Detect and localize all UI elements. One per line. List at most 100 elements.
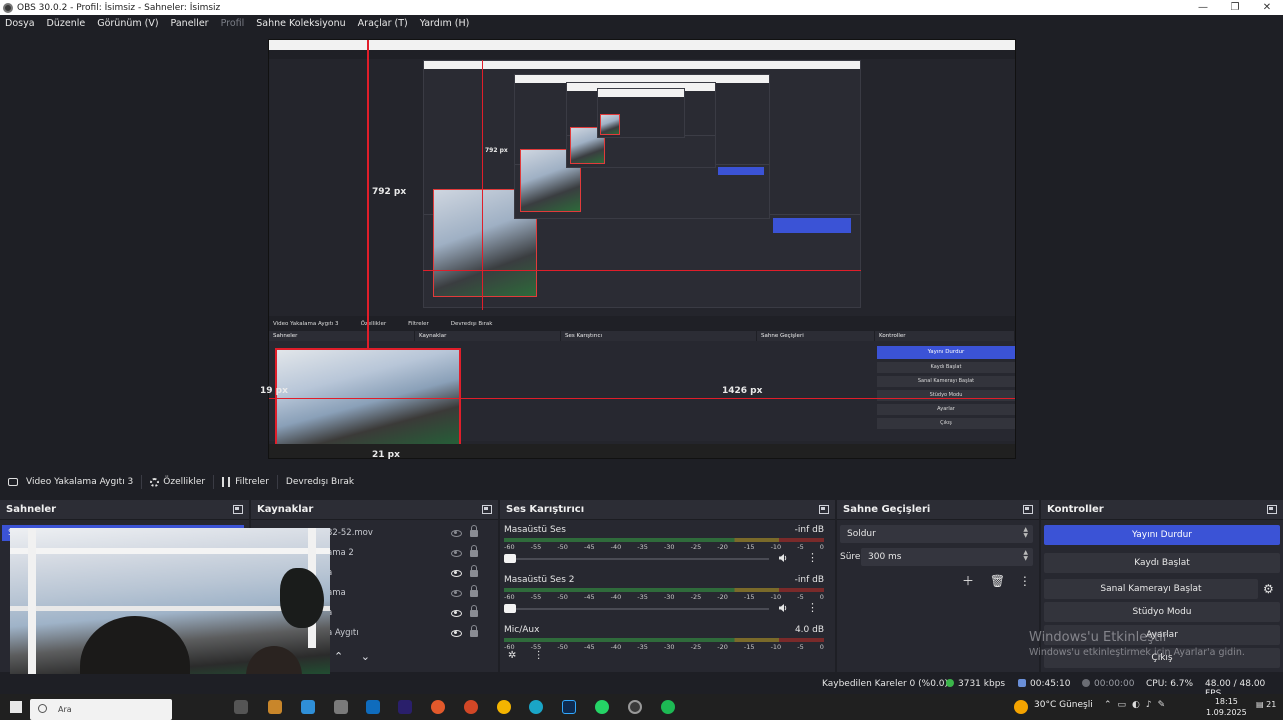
powerpoint-icon[interactable] bbox=[464, 700, 478, 714]
stream-icon bbox=[1018, 679, 1026, 687]
notification-icon: ▤ bbox=[1256, 700, 1264, 709]
visibility-icon[interactable] bbox=[451, 629, 462, 637]
outlook-icon[interactable] bbox=[366, 700, 380, 714]
chrome-icon[interactable] bbox=[497, 700, 511, 714]
taskbar-clock[interactable]: 18:15 1.09.2025 bbox=[1206, 696, 1247, 718]
source-item[interactable]: ama bbox=[327, 583, 492, 603]
visibility-off-icon[interactable] bbox=[451, 529, 462, 537]
fader-handle[interactable] bbox=[504, 554, 516, 563]
windows-activation-watermark: Windows'u Etkinleştir Windows'u etkinleş… bbox=[1029, 630, 1245, 658]
lock-icon[interactable] bbox=[470, 564, 478, 577]
duration-label: Süre bbox=[840, 552, 861, 562]
stop-stream-button[interactable]: Yayını Durdur bbox=[1044, 525, 1280, 545]
move-up-button[interactable]: ⌃ bbox=[334, 650, 343, 663]
source-item[interactable]: ama 2 bbox=[327, 543, 492, 563]
trash-icon[interactable]: 🗑 bbox=[990, 574, 1005, 588]
file-explorer-icon[interactable] bbox=[268, 700, 282, 714]
maximize-button[interactable]: ❐ bbox=[1219, 0, 1251, 15]
visibility-icon[interactable] bbox=[451, 569, 462, 577]
menu-file[interactable]: Dosya bbox=[5, 18, 35, 29]
filters-label: Filtreler bbox=[235, 477, 269, 487]
activation-subtitle: Windows'u etkinleştirmek için Ayarlar'a … bbox=[1029, 647, 1245, 658]
undock-icon[interactable] bbox=[1023, 505, 1033, 514]
system-tray-icons[interactable]: ⌃▭◐♪✎ bbox=[1104, 700, 1171, 710]
taskbar-search[interactable]: Ara bbox=[30, 699, 172, 720]
move-down-button[interactable]: ⌄ bbox=[361, 650, 370, 663]
start-virtual-camera-button[interactable]: Sanal Kamerayı Başlat bbox=[1044, 579, 1258, 599]
menu-edit[interactable]: Düzenle bbox=[47, 18, 86, 29]
preview-canvas[interactable]: Video Yakalama Aygıtı 3 Özellikler Filtr… bbox=[268, 39, 1016, 459]
fader-handle[interactable] bbox=[504, 604, 516, 613]
source-item[interactable]: a bbox=[327, 603, 492, 623]
source-item[interactable]: a bbox=[327, 563, 492, 583]
visibility-off-icon[interactable] bbox=[451, 589, 462, 597]
undock-icon[interactable] bbox=[482, 505, 492, 514]
deactivate-button[interactable]: Devredışı Bırak bbox=[278, 471, 362, 493]
photoshop-icon[interactable] bbox=[562, 700, 576, 714]
visibility-icon[interactable] bbox=[451, 609, 462, 617]
menu-profile[interactable]: Profil bbox=[221, 18, 245, 29]
more-options-icon[interactable]: ⋮ bbox=[534, 650, 544, 661]
deactivate-label: Devredışı Bırak bbox=[285, 477, 355, 487]
speaker-icon[interactable] bbox=[778, 603, 788, 613]
source-item[interactable]: 32-52.mov bbox=[327, 523, 492, 543]
start-icon[interactable] bbox=[10, 701, 22, 713]
obs-icon[interactable] bbox=[628, 700, 642, 714]
menu-help[interactable]: Yardım (H) bbox=[420, 18, 470, 29]
edge-icon[interactable] bbox=[529, 700, 543, 714]
spotify-icon[interactable] bbox=[661, 700, 675, 714]
minimize-button[interactable]: — bbox=[1187, 0, 1219, 15]
undock-icon[interactable] bbox=[233, 505, 243, 514]
studio-mode-button[interactable]: Stüdyo Modu bbox=[1044, 602, 1280, 622]
more-options-icon[interactable]: ⋮ bbox=[807, 552, 818, 563]
inner-head-mixer: Ses Karıştırıcı bbox=[561, 331, 757, 341]
transition-select[interactable]: Soldur ▲ ▼ bbox=[840, 525, 1033, 543]
inner-dock-headers: Sahneler Kaynaklar Ses Karıştırıcı Sahne… bbox=[269, 331, 1015, 341]
volume-fader[interactable]: ⋮ bbox=[504, 552, 824, 565]
filters-button[interactable]: Filtreler bbox=[214, 471, 277, 493]
undock-icon[interactable] bbox=[1267, 505, 1277, 514]
sources-title: Kaynaklar bbox=[257, 504, 314, 515]
record-icon bbox=[1082, 679, 1090, 687]
preview-area[interactable]: Video Yakalama Aygıtı 3 Özellikler Filtr… bbox=[0, 32, 1283, 469]
properties-button[interactable]: Özellikler bbox=[142, 471, 213, 493]
premiere-icon[interactable] bbox=[398, 700, 412, 714]
fader-track bbox=[504, 558, 769, 560]
menu-docks[interactable]: Paneller bbox=[171, 18, 209, 29]
more-options-icon[interactable]: ⋮ bbox=[1019, 574, 1031, 588]
lock-icon[interactable] bbox=[470, 584, 478, 597]
spinner-arrows-icon[interactable]: ▲ ▼ bbox=[1023, 550, 1028, 562]
task-view-icon[interactable] bbox=[234, 700, 248, 714]
visibility-off-icon[interactable] bbox=[451, 549, 462, 557]
lock-icon[interactable] bbox=[470, 624, 478, 637]
whatsapp-icon[interactable] bbox=[595, 700, 609, 714]
lock-icon[interactable] bbox=[470, 604, 478, 617]
menu-scene-collection[interactable]: Sahne Koleksiyonu bbox=[256, 18, 345, 29]
speaker-icon[interactable] bbox=[778, 553, 788, 563]
volume-fader[interactable]: ⋮ bbox=[504, 602, 824, 615]
mixer-channel-mic: Mic/Aux 4.0 dB -60 -55 -50 -45 -40 -35 -30 -25-… bbox=[504, 625, 824, 651]
gear-icon[interactable]: ✲ bbox=[508, 650, 516, 661]
source-item[interactable]: a Aygıtı bbox=[327, 623, 492, 643]
meter-ticks: -60 -55 -50 -45 -40 -35 -30 -25 -20 -15 -10 -5 0 bbox=[504, 643, 824, 651]
gear-icon[interactable]: ⚙ bbox=[1263, 582, 1274, 596]
close-button[interactable]: ✕ bbox=[1251, 0, 1283, 15]
store-icon[interactable] bbox=[334, 700, 348, 714]
lock-icon[interactable] bbox=[470, 524, 478, 537]
start-record-button[interactable]: Kaydı Başlat bbox=[1044, 553, 1280, 573]
search-icon bbox=[38, 704, 47, 713]
add-icon[interactable]: ＋ bbox=[962, 574, 974, 588]
status-bar: Kaybedilen Kareler 0 (%0.0) 3731 kbps 00… bbox=[0, 674, 1283, 699]
more-options-icon[interactable]: ⋮ bbox=[807, 602, 818, 613]
inner-head-controls: Kontroller bbox=[875, 331, 1015, 341]
mail-icon[interactable] bbox=[301, 700, 315, 714]
duration-input[interactable]: 300 ms ▲ ▼ bbox=[861, 548, 1033, 566]
lock-icon[interactable] bbox=[470, 544, 478, 557]
firefox-icon[interactable] bbox=[431, 700, 445, 714]
menu-bar: Dosya Düzenle Görünüm (V) Paneller Profi… bbox=[0, 15, 1283, 32]
undock-icon[interactable] bbox=[819, 505, 829, 514]
menu-tools[interactable]: Araçlar (T) bbox=[358, 18, 408, 29]
notification-center[interactable]: ▤ 21 bbox=[1256, 700, 1276, 709]
inner-source-toolbar: Video Yakalama Aygıtı 3 Özellikler Filtr… bbox=[269, 316, 1015, 331]
menu-view[interactable]: Görünüm (V) bbox=[97, 18, 158, 29]
